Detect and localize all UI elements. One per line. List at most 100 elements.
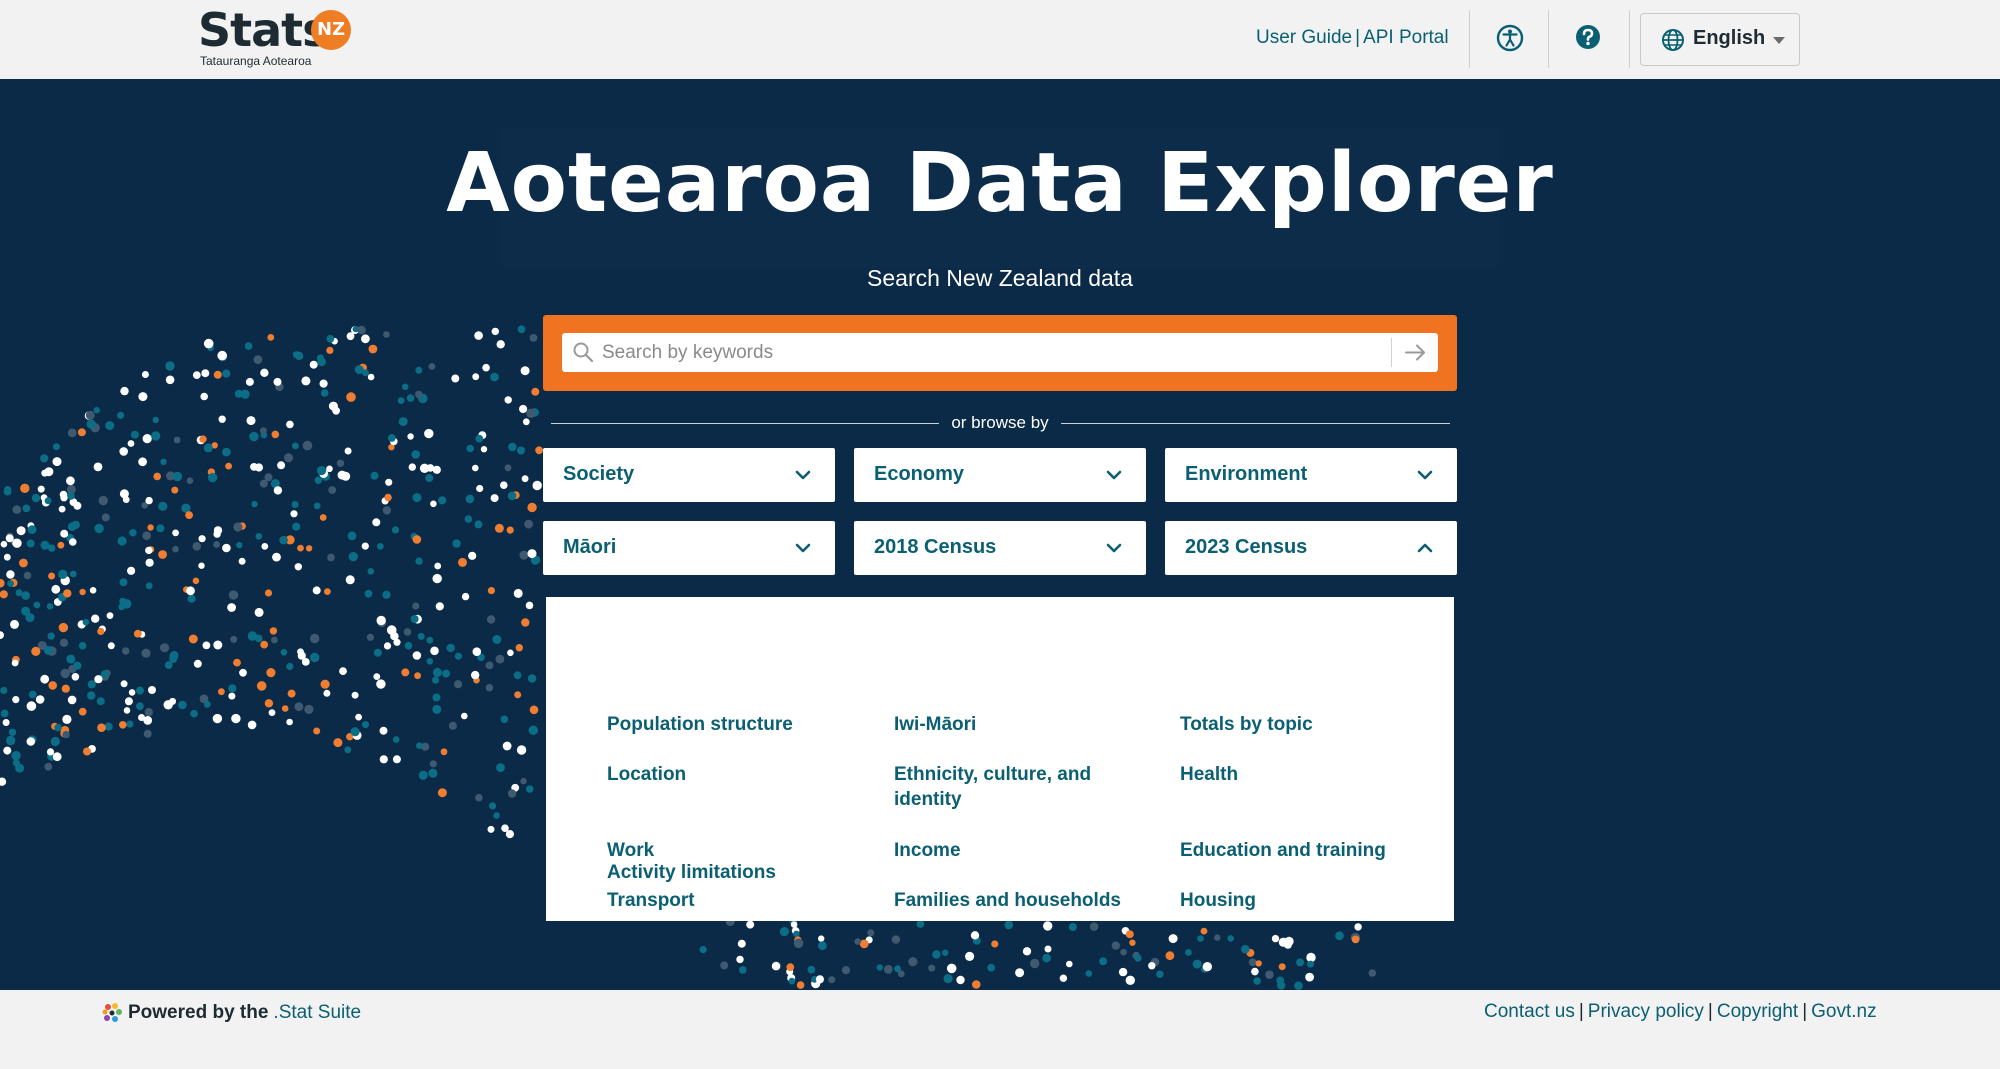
panel-link-ethnicity[interactable]: Ethnicity, culture, and identity <box>894 762 1124 812</box>
decorative-dot <box>44 762 53 771</box>
decorative-dot <box>304 704 314 715</box>
decorative-dot <box>521 618 530 627</box>
decorative-dot <box>347 531 357 541</box>
decorative-dot <box>188 634 198 644</box>
user-guide-link[interactable]: User Guide <box>1256 27 1352 48</box>
decorative-dot <box>0 631 4 639</box>
decorative-dot <box>169 651 179 660</box>
search-input[interactable] <box>602 337 1382 368</box>
decorative-dot <box>250 463 258 471</box>
decorative-dot <box>854 938 861 945</box>
dropdown-economy[interactable]: Economy <box>854 448 1146 502</box>
decorative-dot <box>370 471 379 480</box>
decorative-dot <box>468 551 477 560</box>
decorative-dot <box>79 588 86 596</box>
decorative-dot <box>279 535 288 545</box>
decorative-dot <box>222 369 231 378</box>
decorative-dot <box>212 713 223 724</box>
decorative-dot <box>314 476 322 484</box>
decorative-dot <box>500 481 508 490</box>
decorative-dot <box>133 629 142 638</box>
decorative-dot <box>192 577 200 585</box>
decorative-dot <box>492 635 502 644</box>
decorative-dot <box>472 373 480 381</box>
decorative-dot <box>153 472 161 481</box>
decorative-dot <box>891 935 901 944</box>
panel-link-families[interactable]: Families and households <box>894 888 1154 913</box>
decorative-dot <box>426 636 434 644</box>
decorative-dot <box>446 643 455 653</box>
copyright-link[interactable]: Copyright <box>1717 1001 1798 1022</box>
stat-suite-link[interactable]: .Stat Suite <box>273 1002 361 1023</box>
decorative-dot <box>1111 941 1121 950</box>
decorative-dot <box>145 546 153 555</box>
panel-link-totals-by-topic[interactable]: Totals by topic <box>1180 712 1420 737</box>
decorative-dot <box>382 590 391 599</box>
decorative-dot <box>346 332 355 341</box>
decorative-dot <box>126 720 134 728</box>
arrow-right-icon[interactable] <box>1400 339 1430 366</box>
contact-us-link[interactable]: Contact us <box>1484 1001 1575 1022</box>
dropdown-label: Economy <box>874 463 965 485</box>
decorative-dot <box>158 550 168 559</box>
decorative-dot <box>428 768 438 778</box>
decorative-dot <box>6 570 15 579</box>
decorative-dot <box>320 389 329 397</box>
decorative-dot <box>426 658 434 665</box>
panel-link-income[interactable]: Income <box>894 838 1134 863</box>
decorative-dot <box>218 688 225 696</box>
decorative-dot <box>956 975 965 985</box>
decorative-dot <box>1197 935 1204 942</box>
decorative-dot <box>48 572 56 580</box>
decorative-dot <box>122 496 130 503</box>
decorative-dot <box>106 612 114 619</box>
accessibility-icon[interactable] <box>1494 22 1526 54</box>
language-selector[interactable]: English <box>1640 13 1800 66</box>
panel-link-location[interactable]: Location <box>607 762 847 787</box>
stats-nz-logo[interactable]: Stats NZ Tatauranga Aotearoa <box>198 5 358 69</box>
decorative-dot <box>240 389 250 399</box>
decorative-dot <box>323 689 331 697</box>
decorative-dot <box>410 615 419 623</box>
help-icon[interactable] <box>1572 22 1604 54</box>
dropdown-2018-census[interactable]: 2018 Census <box>854 521 1146 575</box>
panel-link-education[interactable]: Education and training <box>1180 838 1440 863</box>
dropdown-environment[interactable]: Environment <box>1165 448 1457 502</box>
decorative-dot <box>87 691 96 700</box>
panel-link-activity-limitations[interactable]: Activity limitations <box>607 860 867 885</box>
decorative-dot <box>169 697 177 705</box>
decorative-dot <box>201 369 210 378</box>
decorative-dot <box>385 478 393 486</box>
decorative-dot <box>429 760 437 768</box>
decorative-dot <box>480 446 488 453</box>
decorative-dot <box>482 363 490 372</box>
decorative-dot <box>493 812 500 819</box>
search-icon <box>572 341 594 363</box>
dropdown-label: 2018 Census <box>874 536 997 558</box>
decorative-dot <box>1156 970 1164 978</box>
panel-link-population-structure[interactable]: Population structure <box>607 712 847 737</box>
decorative-dot <box>1307 960 1314 968</box>
decorative-dot <box>273 486 283 495</box>
panel-link-iwi-maori[interactable]: Iwi-Māori <box>894 712 1134 737</box>
decorative-dot <box>333 738 343 748</box>
privacy-policy-link[interactable]: Privacy policy <box>1588 1001 1704 1022</box>
govt-nz-link[interactable]: Govt.nz <box>1811 1001 1876 1022</box>
decorative-dot <box>0 578 5 588</box>
decorative-dot <box>59 638 69 647</box>
dropdown-maori[interactable]: Māori <box>543 521 835 575</box>
decorative-dot <box>505 830 514 839</box>
api-portal-link[interactable]: API Portal <box>1363 27 1449 48</box>
decorative-dot <box>326 465 333 473</box>
decorative-dot <box>487 825 495 833</box>
panel-link-health[interactable]: Health <box>1180 762 1420 787</box>
decorative-dot <box>513 671 522 680</box>
dropdown-2023-census[interactable]: 2023 Census <box>1165 521 1457 575</box>
panel-link-housing[interactable]: Housing <box>1180 888 1420 913</box>
decorative-dot <box>316 354 324 362</box>
decorative-dot <box>8 728 17 736</box>
decorative-dot <box>256 681 267 691</box>
panel-link-transport[interactable]: Transport <box>607 888 847 913</box>
dropdown-society[interactable]: Society <box>543 448 835 502</box>
decorative-dot <box>504 464 512 472</box>
